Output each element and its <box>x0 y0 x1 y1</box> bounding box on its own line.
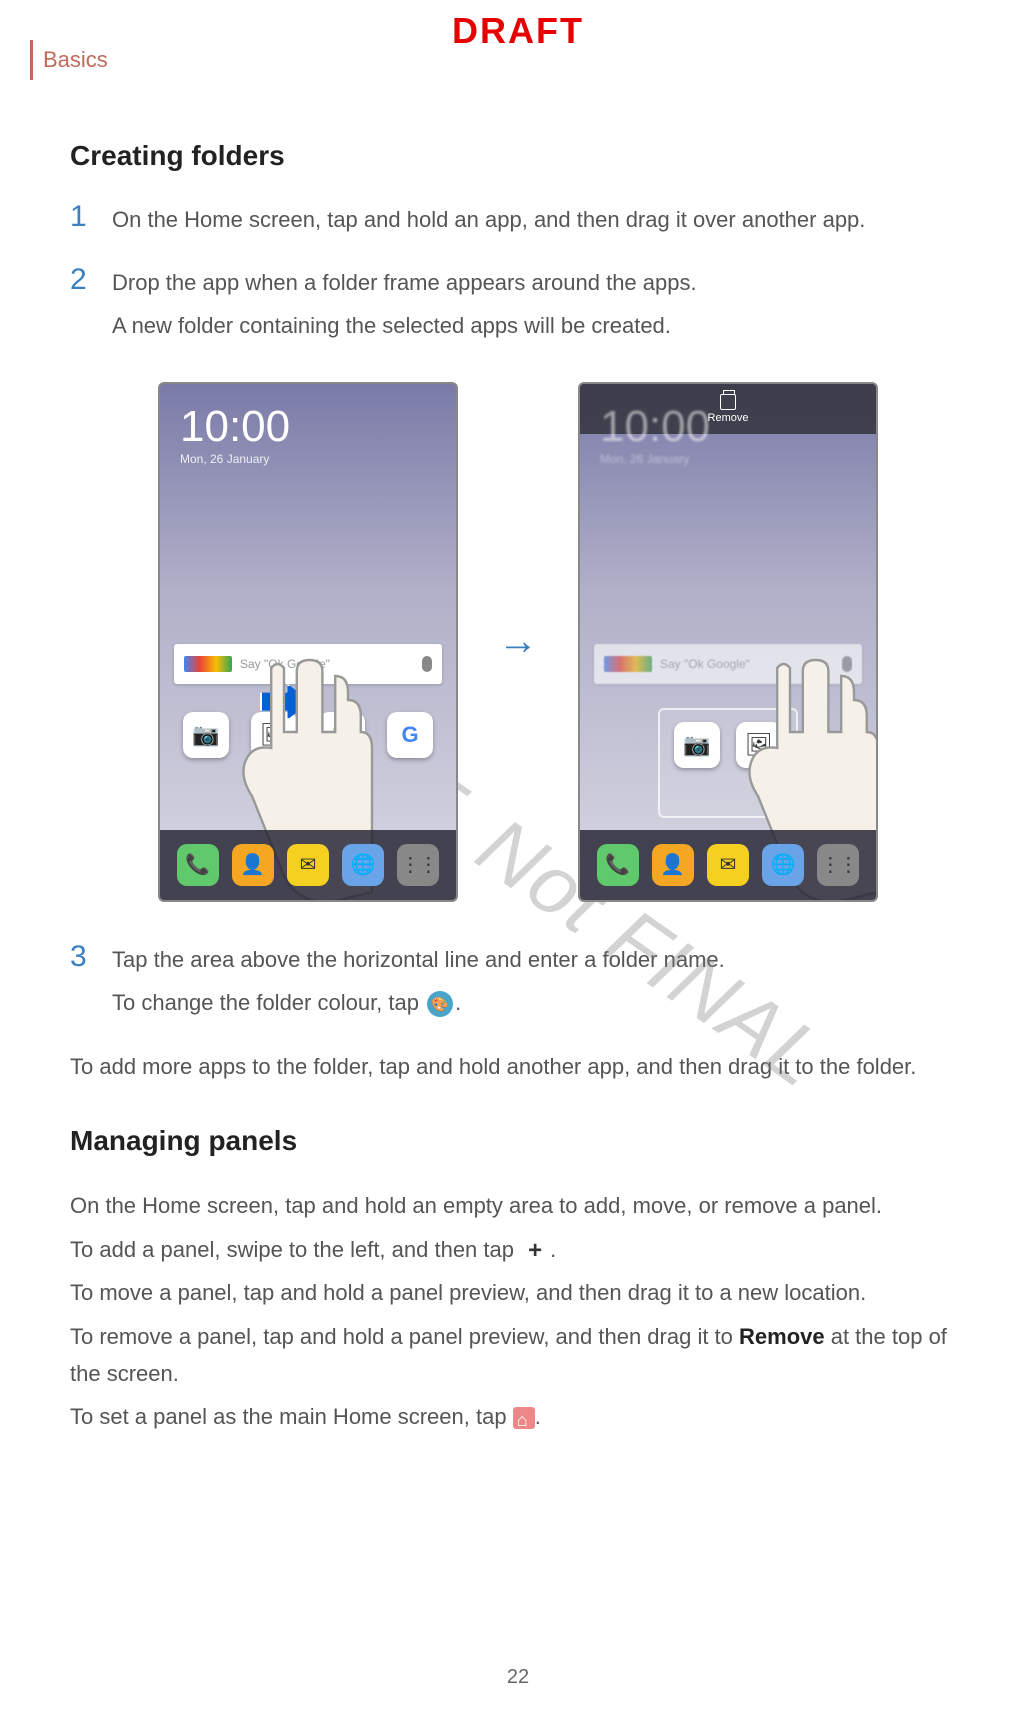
phone-screenshot-after: Remove 10:00 Mon, 26 January Say "Ok Goo… <box>578 382 878 902</box>
step-text: Drop the app when a folder frame appears… <box>112 265 697 300</box>
dock-internet-icon <box>342 844 384 886</box>
dock-messages-icon <box>287 844 329 886</box>
step-subtext: A new folder containing the selected app… <box>112 308 697 343</box>
step-text: On the Home screen, tap and hold an app,… <box>112 202 865 237</box>
dock-apps-icon <box>817 844 859 886</box>
step-number: 2 <box>70 265 94 295</box>
draft-watermark-top: DRAFT <box>452 10 584 52</box>
managing-p1: On the Home screen, tap and hold an empt… <box>70 1187 966 1224</box>
managing-p3: To move a panel, tap and hold a panel pr… <box>70 1274 966 1311</box>
phone-date: Mon, 26 January <box>600 452 856 466</box>
step-1: 1 On the Home screen, tap and hold an ap… <box>70 202 966 245</box>
phone-dock <box>580 830 876 900</box>
phone-clock: 10:00 <box>180 402 436 452</box>
dock-internet-icon <box>762 844 804 886</box>
google-app-icon <box>387 712 433 758</box>
heading-creating-folders: Creating folders <box>70 140 966 172</box>
managing-p2: To add a panel, swipe to the left, and t… <box>70 1231 966 1268</box>
dock-phone-icon <box>597 844 639 886</box>
phone-dock <box>160 830 456 900</box>
dock-apps-icon <box>397 844 439 886</box>
heading-managing-panels: Managing panels <box>70 1125 966 1157</box>
section1-footer: To add more apps to the folder, tap and … <box>70 1048 966 1085</box>
managing-p4: To remove a panel, tap and hold a panel … <box>70 1318 966 1393</box>
dock-phone-icon <box>177 844 219 886</box>
phone-date: Mon, 26 January <box>180 452 436 466</box>
section-header: Basics <box>30 40 108 80</box>
manual-page: DRAFT Basics DRAFT, Not FINAL Creating f… <box>0 0 1036 1719</box>
dock-messages-icon <box>707 844 749 886</box>
step-text: Tap the area above the horizontal line a… <box>112 942 725 977</box>
google-logo-icon <box>604 656 652 672</box>
dock-contacts-icon <box>232 844 274 886</box>
step-3: 3 Tap the area above the horizontal line… <box>70 942 966 1028</box>
palette-icon <box>427 991 453 1017</box>
arrow-right-icon: → <box>498 619 538 664</box>
page-number: 22 <box>507 1666 529 1689</box>
managing-p5: To set a panel as the main Home screen, … <box>70 1398 966 1435</box>
phone-clock: 10:00 <box>600 402 856 452</box>
phone-screenshot-before: 10:00 Mon, 26 January Say "Ok Google" <box>158 382 458 902</box>
step-2: 2 Drop the app when a folder frame appea… <box>70 265 966 351</box>
home-icon <box>513 1407 535 1429</box>
illustration-row: 10:00 Mon, 26 January Say "Ok Google" <box>70 382 966 902</box>
camera-app-icon <box>674 722 720 768</box>
step-number: 3 <box>70 942 94 972</box>
step-number: 1 <box>70 202 94 232</box>
plus-icon <box>522 1238 548 1264</box>
step-subtext: To change the folder colour, tap . <box>112 985 725 1020</box>
mic-icon <box>422 656 432 672</box>
dock-contacts-icon <box>652 844 694 886</box>
